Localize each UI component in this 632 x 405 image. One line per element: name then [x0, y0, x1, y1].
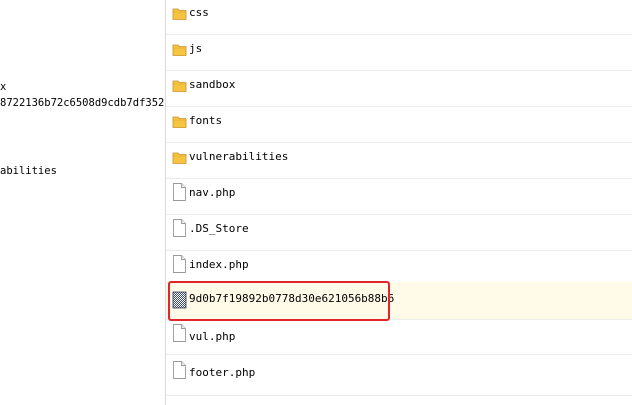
left-pane-line-1: x — [0, 81, 7, 93]
file-row-css[interactable]: css — [166, 0, 632, 35]
folder-icon — [172, 8, 187, 20]
file-row-vul-php[interactable]: vul.php — [166, 320, 632, 355]
file-row-ds-store[interactable]: .DS_Store — [166, 216, 632, 251]
folder-icon — [172, 152, 187, 164]
file-name: js — [189, 42, 203, 55]
hatched-file-icon — [172, 291, 187, 309]
file-row-hash-file[interactable]: 9d0b7f19892b0778d30e621056b88b6 — [166, 282, 632, 320]
file-name: vulnerabilities — [189, 150, 289, 163]
file-icon — [173, 324, 186, 342]
file-row-js[interactable]: js — [166, 36, 632, 71]
file-icon — [173, 183, 186, 201]
file-list: css js sandbox fonts vulnerabilities nav… — [166, 0, 632, 405]
left-pane: x 8722136b72c6508d9cdb7df352d abilities — [0, 0, 166, 405]
file-row-nav-php[interactable]: nav.php — [166, 180, 632, 215]
file-icon — [173, 255, 186, 273]
file-row-fonts[interactable]: fonts — [166, 108, 632, 143]
file-name: sandbox — [189, 78, 236, 91]
file-name: css — [189, 6, 209, 19]
file-row-vulnerabilities[interactable]: vulnerabilities — [166, 144, 632, 179]
file-name: footer.php — [189, 366, 256, 379]
left-pane-line-3: abilities — [0, 165, 57, 177]
folder-icon — [172, 80, 187, 92]
file-row-sandbox[interactable]: sandbox — [166, 72, 632, 107]
folder-icon — [172, 44, 187, 56]
left-pane-line-2: 8722136b72c6508d9cdb7df352d — [0, 97, 166, 109]
file-name: nav.php — [189, 186, 236, 199]
file-name: vul.php — [189, 330, 236, 343]
file-row-footer-php[interactable]: footer.php — [166, 356, 632, 396]
file-icon — [173, 219, 186, 237]
file-name: fonts — [189, 114, 223, 127]
file-name: .DS_Store — [189, 222, 249, 235]
file-name: 9d0b7f19892b0778d30e621056b88b6 — [189, 292, 395, 305]
file-name: index.php — [189, 258, 249, 271]
folder-icon — [172, 116, 187, 128]
file-icon — [173, 361, 186, 379]
